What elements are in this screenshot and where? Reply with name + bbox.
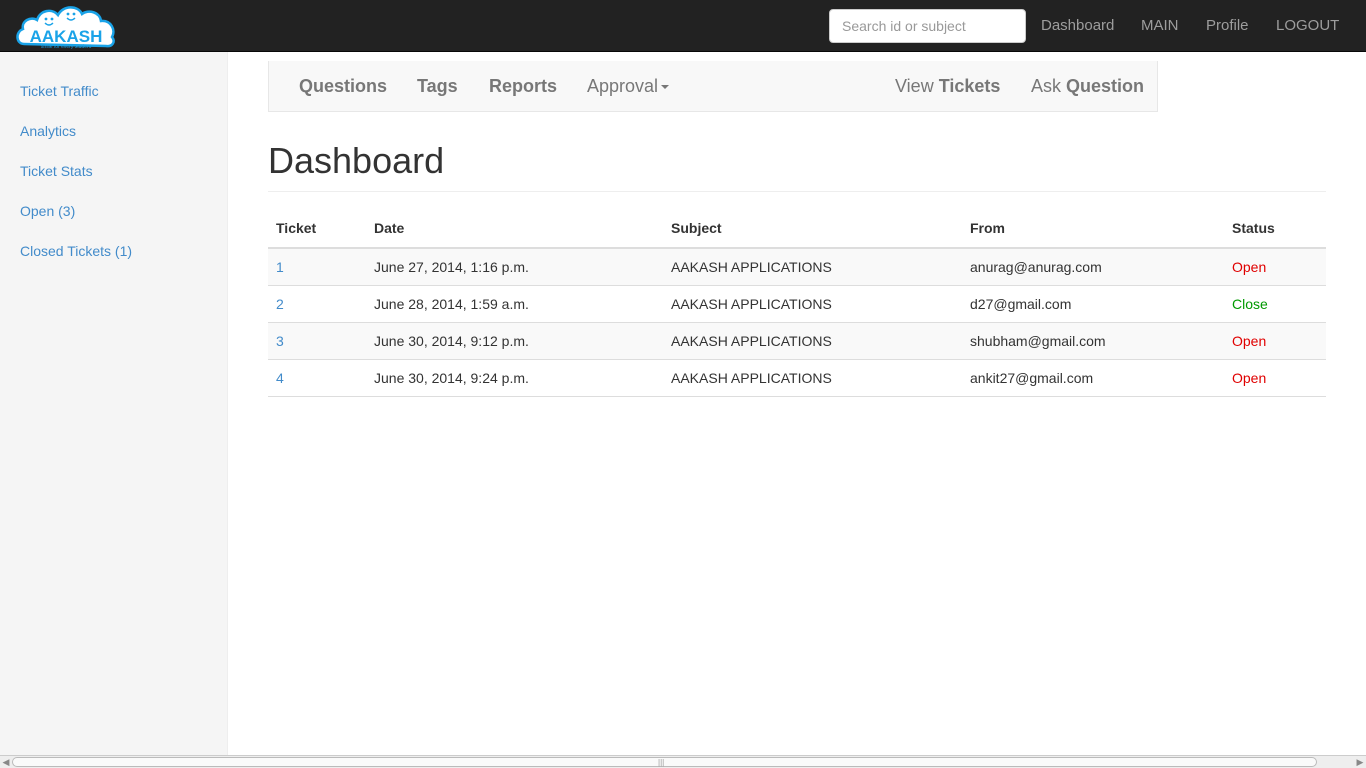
tickets-table: Ticket Date Subject From Status 1 June 2… (268, 208, 1326, 397)
subnav-tags[interactable]: Tags (417, 61, 458, 111)
grip-icon: ||| (658, 758, 665, 767)
subnav-approval-dropdown[interactable]: Approval (587, 61, 670, 111)
sub-navbar: Questions Tags Reports Approval View Tic… (268, 61, 1158, 112)
ticket-from: ankit27@gmail.com (970, 370, 1094, 386)
subnav-questions[interactable]: Questions (299, 61, 387, 111)
ticket-date: June 27, 2014, 1:16 p.m. (374, 259, 529, 275)
ticket-subject: AAKASH APPLICATIONS (671, 259, 832, 275)
status-badge: Open (1232, 259, 1267, 275)
header-date: Date (374, 220, 405, 236)
aakash-logo[interactable]: AAKASH smile for every student (14, 2, 118, 50)
status-badge: Open (1232, 370, 1267, 386)
table-row: 3 June 30, 2014, 9:12 p.m. AAKASH APPLIC… (268, 323, 1326, 360)
header-ticket: Ticket (276, 220, 317, 236)
scrollbar-thumb[interactable]: ||| (12, 757, 1317, 767)
sidebar: Ticket Traffic Analytics Ticket Stats Op… (0, 52, 228, 755)
status-badge: Close (1232, 296, 1268, 312)
table-row: 4 June 30, 2014, 9:24 p.m. AAKASH APPLIC… (268, 360, 1326, 397)
ticket-from: shubham@gmail.com (970, 333, 1106, 349)
ticket-from: d27@gmail.com (970, 296, 1072, 312)
horizontal-scrollbar[interactable]: ◀ ||| ▶ (0, 755, 1366, 768)
sidebar-item-closed-tickets[interactable]: Closed Tickets (1) (20, 243, 132, 259)
subnav-view-tickets[interactable]: View Tickets (895, 61, 1000, 111)
ask-bold: Question (1066, 76, 1145, 96)
header-from: From (970, 220, 1005, 236)
ticket-date: June 30, 2014, 9:12 p.m. (374, 333, 529, 349)
table-header-row: Ticket Date Subject From Status (268, 208, 1326, 249)
ticket-subject: AAKASH APPLICATIONS (671, 370, 832, 386)
ticket-link[interactable]: 4 (276, 370, 284, 386)
sidebar-item-ticket-traffic[interactable]: Ticket Traffic (20, 83, 99, 99)
nav-profile[interactable]: Profile (1206, 0, 1249, 52)
sidebar-item-ticket-stats[interactable]: Ticket Stats (20, 163, 93, 179)
subnav-ask-question[interactable]: Ask Question (1031, 61, 1144, 111)
ticket-date: June 28, 2014, 1:59 a.m. (374, 296, 529, 312)
top-navbar: AAKASH smile for every student Dashboard… (0, 0, 1366, 52)
sidebar-item-analytics[interactable]: Analytics (20, 123, 76, 139)
ticket-from: anurag@anurag.com (970, 259, 1102, 275)
logo-tagline: smile for every student (41, 44, 92, 50)
nav-logout[interactable]: LOGOUT (1276, 0, 1339, 52)
header-subject: Subject (671, 220, 722, 236)
subnav-approval-label: Approval (587, 76, 659, 96)
table-row: 2 June 28, 2014, 1:59 a.m. AAKASH APPLIC… (268, 286, 1326, 323)
nav-main[interactable]: MAIN (1141, 0, 1179, 52)
ticket-link[interactable]: 2 (276, 296, 284, 312)
ask-prefix: Ask (1031, 76, 1067, 96)
ticket-link[interactable]: 3 (276, 333, 284, 349)
subnav-reports[interactable]: Reports (489, 61, 557, 111)
view-prefix: View (895, 76, 939, 96)
scroll-left-icon[interactable]: ◀ (0, 756, 12, 768)
status-badge: Open (1232, 333, 1267, 349)
page-title: Dashboard (268, 140, 445, 181)
ticket-subject: AAKASH APPLICATIONS (671, 296, 832, 312)
header-status: Status (1232, 220, 1275, 236)
ticket-date: June 30, 2014, 9:24 p.m. (374, 370, 529, 386)
scroll-right-icon[interactable]: ▶ (1354, 756, 1366, 768)
view-bold: Tickets (938, 76, 1001, 96)
ticket-subject: AAKASH APPLICATIONS (671, 333, 832, 349)
sidebar-item-open[interactable]: Open (3) (20, 203, 75, 219)
search-input[interactable] (829, 9, 1026, 43)
ticket-link[interactable]: 1 (276, 259, 284, 275)
table-row: 1 June 27, 2014, 1:16 p.m. AAKASH APPLIC… (268, 249, 1326, 286)
divider (268, 191, 1326, 192)
nav-dashboard[interactable]: Dashboard (1041, 0, 1114, 52)
caret-down-icon (661, 85, 670, 90)
